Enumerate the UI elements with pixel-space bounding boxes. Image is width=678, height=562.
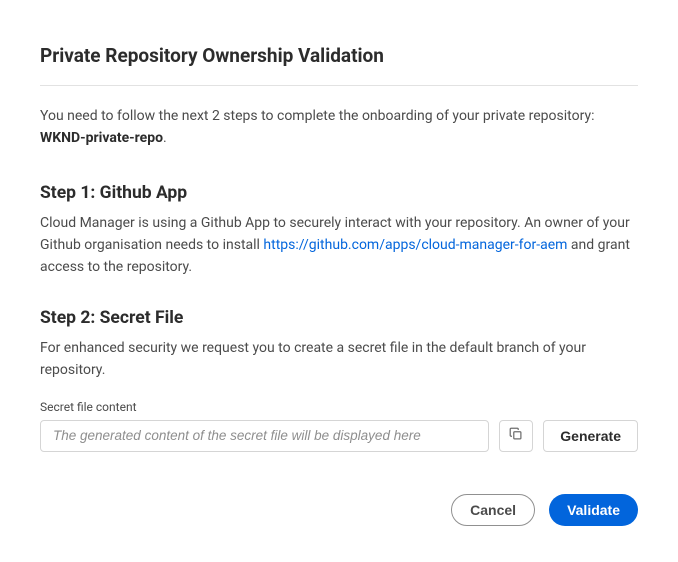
- dialog-actions: Cancel Validate: [40, 494, 638, 526]
- intro-prefix: You need to follow the next 2 steps to c…: [40, 108, 594, 124]
- step1-body: Cloud Manager is using a Github App to s…: [40, 213, 638, 278]
- intro-suffix: .: [163, 130, 167, 146]
- secret-file-row: Generate: [40, 420, 638, 452]
- step1-heading: Step 1: Github App: [40, 183, 638, 203]
- step2-heading: Step 2: Secret File: [40, 308, 638, 328]
- dialog-title: Private Repository Ownership Validation: [40, 44, 638, 67]
- generate-button[interactable]: Generate: [543, 420, 638, 452]
- divider: [40, 85, 638, 86]
- dialog-body: Private Repository Ownership Validation …: [0, 0, 678, 562]
- repo-name: WKND-private-repo: [40, 130, 163, 146]
- github-app-link[interactable]: https://github.com/apps/cloud-manager-fo…: [263, 237, 567, 253]
- cancel-button[interactable]: Cancel: [451, 494, 535, 526]
- intro-text: You need to follow the next 2 steps to c…: [40, 106, 638, 149]
- secret-file-input[interactable]: [40, 420, 489, 452]
- validate-button[interactable]: Validate: [549, 494, 638, 526]
- copy-icon: [508, 426, 524, 445]
- secret-file-label: Secret file content: [40, 400, 638, 414]
- copy-button[interactable]: [499, 420, 533, 452]
- step2-body: For enhanced security we request you to …: [40, 338, 638, 381]
